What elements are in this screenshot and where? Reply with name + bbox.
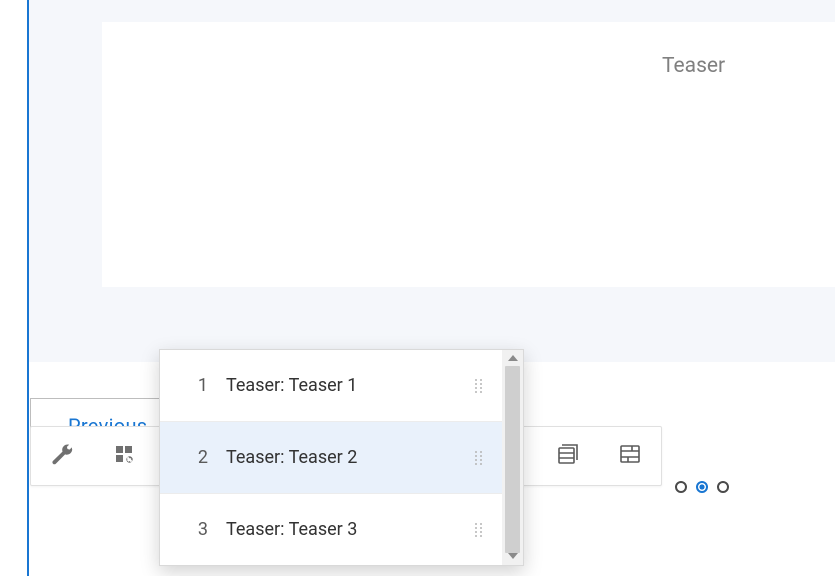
scroll-up-icon[interactable] (508, 355, 518, 361)
panel-list-item-1[interactable]: 1 Teaser: Teaser 1 (160, 350, 502, 422)
teaser-component[interactable]: Teaser (102, 22, 835, 287)
layout-icon (618, 442, 642, 470)
pagination-dot-1[interactable] (675, 481, 687, 493)
pagination-dot-2[interactable] (696, 481, 708, 493)
panel-index: 3 (182, 519, 208, 540)
selection-rule (27, 362, 29, 576)
configure-button[interactable] (31, 427, 93, 485)
panel-label: Teaser: Teaser 2 (226, 447, 357, 468)
drag-handle-icon[interactable] (475, 451, 482, 465)
panel-label: Teaser: Teaser 1 (226, 375, 357, 396)
scroll-thumb[interactable] (505, 366, 520, 553)
panel-list-item-2[interactable]: 2 Teaser: Teaser 2 (160, 422, 502, 494)
scroll-down-icon[interactable] (508, 553, 518, 559)
panel-list: 1 Teaser: Teaser 1 2 Teaser: Teaser 2 (160, 350, 502, 565)
editable-canvas[interactable]: Teaser (27, 0, 835, 362)
panel-label: Teaser: Teaser 3 (226, 519, 357, 540)
layout-button[interactable] (599, 427, 661, 485)
panel-group-icon (556, 442, 580, 470)
wrench-icon (50, 442, 74, 470)
policy-icon (112, 442, 136, 470)
popup-scrollbar[interactable] (502, 350, 523, 565)
drag-handle-icon[interactable] (475, 523, 482, 537)
panel-index: 2 (182, 447, 208, 468)
carousel-pagination (675, 481, 729, 493)
policy-button[interactable] (93, 427, 155, 485)
panel-list-item-3[interactable]: 3 Teaser: Teaser 3 (160, 494, 502, 565)
panel-index: 1 (182, 375, 208, 396)
panel-group-button[interactable] (537, 427, 599, 485)
pagination-dot-3[interactable] (717, 481, 729, 493)
teaser-title: Teaser (662, 54, 725, 78)
drag-handle-icon[interactable] (475, 379, 482, 393)
panel-select-popup: 1 Teaser: Teaser 1 2 Teaser: Teaser 2 (159, 349, 524, 566)
